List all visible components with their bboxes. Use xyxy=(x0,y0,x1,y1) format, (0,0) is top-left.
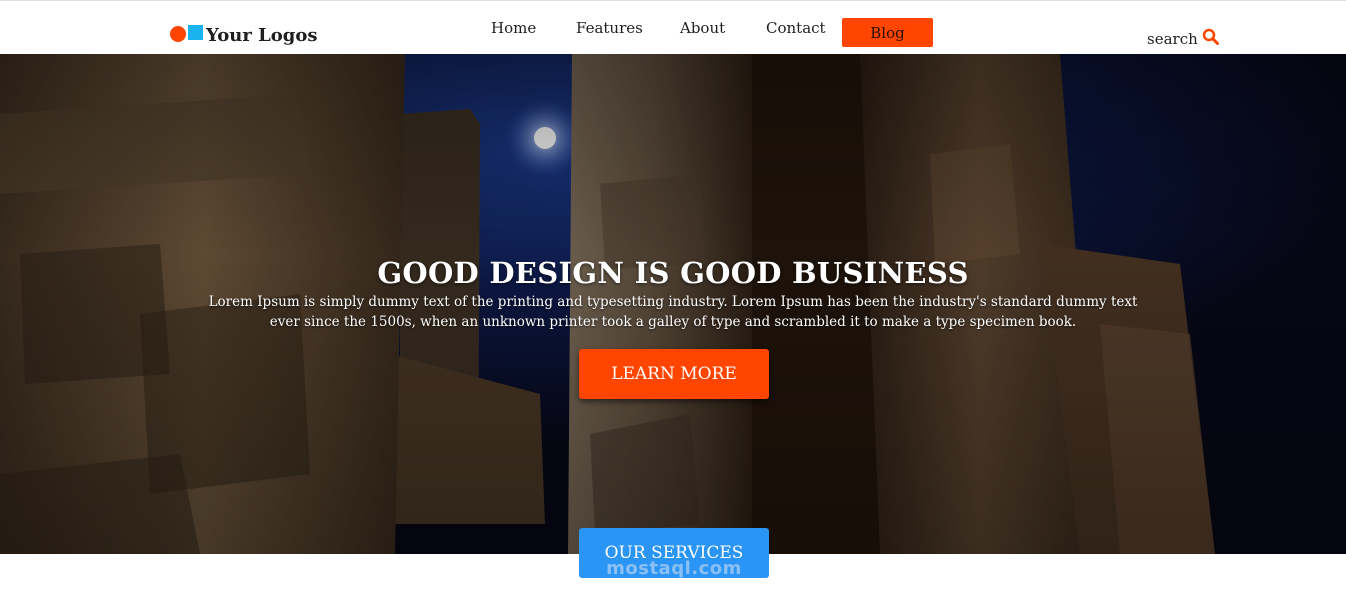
hero-description: Lorem Ipsum is simply dummy text of the … xyxy=(208,294,1138,330)
blog-button[interactable]: Blog xyxy=(842,18,933,47)
nav-item-contact[interactable]: Contact xyxy=(766,19,826,37)
nav-item-home[interactable]: Home xyxy=(491,19,536,37)
search-icon xyxy=(1202,28,1219,49)
logo-text: Your Logos xyxy=(206,25,318,46)
search-button[interactable]: search xyxy=(1147,28,1219,49)
search-label: search xyxy=(1147,29,1198,48)
site-header: Your Logos Home Features About Contact B… xyxy=(0,0,1346,54)
logo-circle-icon xyxy=(170,25,186,42)
nav-item-about[interactable]: About xyxy=(680,19,725,37)
learn-more-button[interactable]: LEARN MORE xyxy=(579,349,769,399)
hero-title: GOOD DESIGN IS GOOD BUSINESS xyxy=(377,256,969,290)
nav-item-features[interactable]: Features xyxy=(576,19,643,37)
our-services-button[interactable]: OUR SERVICES xyxy=(579,528,769,578)
logo-square-icon xyxy=(188,24,203,40)
hero-section: GOOD DESIGN IS GOOD BUSINESS Lorem Ipsum… xyxy=(0,54,1346,554)
logo[interactable]: Your Logos xyxy=(170,21,318,46)
